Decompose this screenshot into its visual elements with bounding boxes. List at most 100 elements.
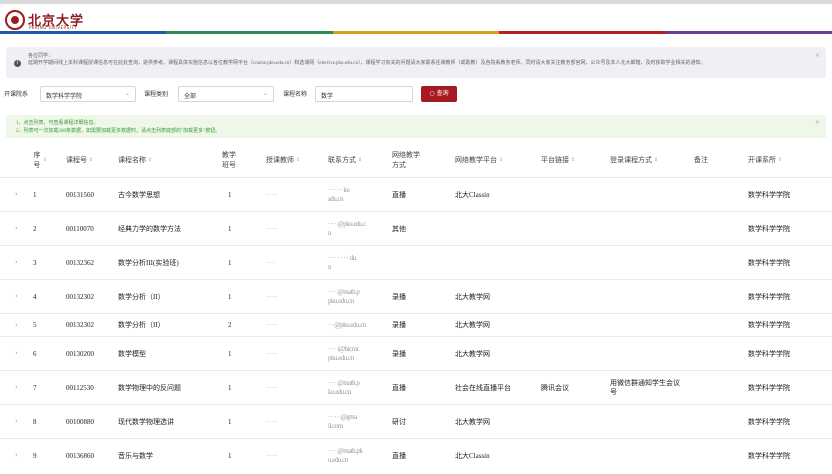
col-code-label: 课程号 (66, 155, 87, 164)
col-code[interactable]: 课程号 ⇕ (66, 143, 93, 176)
expand-chevron-icon[interactable]: › (15, 349, 18, 357)
cell-teacher: · · · · (266, 383, 278, 392)
table-row[interactable]: › 9 00136860 音乐与数学 1 · · · · · · · @math.pk u.… (0, 438, 832, 472)
cell-link (541, 337, 605, 371)
category-select-value: 全部 (184, 94, 197, 100)
cell-course-name: 数学分析III(实验班) (118, 258, 179, 267)
cell-teacher: · · · · (266, 224, 278, 233)
cell-platform: 社会在线直播平台 (455, 383, 511, 392)
cell-platform: 北大Classin (455, 190, 490, 199)
university-seal-icon (5, 10, 25, 30)
cell-index: 9 (33, 451, 37, 460)
dept-label: 开课院系 (4, 92, 29, 98)
cell-method: 直播 (392, 383, 406, 392)
cell-class-no: 1 (228, 383, 232, 392)
col-note: 备注 (694, 143, 708, 176)
cell-contact: · · · @math.p ku.edu.cn (328, 379, 360, 396)
search-button[interactable]: ○ 查询 (421, 86, 457, 102)
sort-icon: ⇕ (89, 156, 94, 163)
search-button-label: 查询 (436, 90, 449, 97)
cell-note (694, 337, 744, 371)
table-header: 序号 ⇕ 课程号 ⇕ 课程名称 ⇕ 教学班号 授课教师 ⇕ 联系方式 ⇕ 网络教学方式 网… (0, 143, 832, 176)
cell-note (694, 280, 744, 314)
cell-method: 录播 (392, 349, 406, 358)
cell-contact: · · · @pku.edu.c n (328, 220, 366, 237)
cell-login (610, 337, 694, 371)
cell-class-no: 2 (228, 321, 232, 329)
notice-body: 延期开学期间线上本科课程授课信息可在此处查询，逐供参考。课程具体实施信息以各位教… (28, 61, 706, 66)
expand-chevron-icon[interactable]: › (15, 451, 18, 459)
col-platform-label: 网络教学平台 (455, 155, 497, 164)
cell-index: 6 (33, 349, 37, 358)
cell-code: 00132362 (66, 258, 94, 267)
cell-course-name: 经典力学的数学方法 (118, 224, 181, 233)
col-teacher[interactable]: 授课教师 ⇕ (266, 143, 300, 176)
expand-chevron-icon[interactable]: › (15, 383, 18, 391)
cell-contact: · · · @math.p pku.edu.cn (328, 288, 360, 305)
category-select[interactable]: 全部 ⌄ (178, 86, 274, 102)
cell-course-name: 数学物理中的反问题 (118, 383, 181, 392)
table-row[interactable]: › 6 00130200 数学模型 1 · · · · · · · i@bicmr. pku… (0, 336, 832, 370)
notice-close-icon[interactable]: × (815, 52, 820, 59)
cell-login (610, 280, 694, 314)
col-name[interactable]: 课程名称 ⇕ (118, 143, 152, 176)
sort-icon: ⇕ (358, 156, 363, 163)
col-platform[interactable]: 网络教学平台 ⇕ (455, 143, 503, 176)
col-class-no[interactable]: 教学班号 (222, 143, 240, 176)
expand-chevron-icon[interactable]: › (15, 224, 18, 232)
cell-class-no: 1 (228, 417, 232, 426)
search-icon: ○ (429, 90, 435, 97)
color-segment (166, 31, 333, 34)
cell-course-name: 数学分析（II） (118, 321, 165, 329)
cell-index: 2 (33, 224, 37, 233)
table-row[interactable]: › 8 00100880 现代数学物理选讲 1 · · · · · · · · @gma i… (0, 404, 832, 438)
expand-chevron-icon[interactable]: › (15, 190, 18, 198)
cell-contact: · · · @math.pk u.edu.cn (328, 447, 363, 464)
col-link[interactable]: 平台链接 ⇕ (541, 143, 575, 176)
cell-teacher: · · · · (266, 292, 278, 301)
category-label: 课程类别 (144, 92, 169, 98)
col-login[interactable]: 登录课程方式 ⇕ (610, 143, 658, 176)
expand-chevron-icon[interactable]: › (15, 292, 18, 300)
course-name-value: 数学 (321, 94, 334, 100)
col-dept[interactable]: 开课系所 ⇕ (748, 143, 782, 176)
chevron-down-icon: ⌄ (124, 90, 130, 97)
table-row[interactable]: › 7 00112530 数学物理中的反问题 1 · · · · · · · @math.p… (0, 370, 832, 404)
cell-dept: 数学科学学院 (748, 190, 790, 199)
sort-icon: ⇕ (778, 156, 783, 163)
cell-code: 00131560 (66, 190, 94, 199)
cell-index: 5 (33, 321, 37, 329)
dept-select[interactable]: 数学科学学院 ⌄ (40, 86, 136, 102)
expand-chevron-icon[interactable]: › (15, 321, 18, 329)
cell-method: 直播 (392, 451, 406, 460)
cell-class-no: 1 (228, 451, 232, 460)
cell-login (610, 212, 694, 246)
table-row[interactable]: › 5 00132302 数学分析（II） 2 · · · · · · @pku.edu.c… (0, 313, 832, 336)
table-row[interactable]: › 4 00132302 数学分析（II） 1 · · · · · · · @math.p … (0, 279, 832, 313)
cell-note (694, 405, 744, 439)
col-index[interactable]: 序号 ⇕ (33, 143, 47, 176)
cell-contact: · · · · · ku sdu.cn (328, 186, 350, 203)
sort-icon: ⇕ (148, 156, 153, 163)
cell-teacher: · · · · (266, 417, 278, 426)
cell-link (541, 405, 605, 439)
color-segment (332, 31, 500, 34)
col-method[interactable]: 网络教学方式 (392, 143, 428, 176)
col-contact[interactable]: 联系方式 ⇕ (328, 143, 362, 176)
cell-login: 用微信群通知学生会议 号 (610, 379, 680, 396)
table-row[interactable]: › 3 00132362 数学分析III(实验班) 1 · · · · · · · · · … (0, 245, 832, 279)
sort-icon: ⇕ (499, 156, 504, 163)
course-name-input[interactable]: 数学 (315, 86, 413, 102)
tips-close-icon[interactable]: × (815, 119, 820, 126)
col-note-label: 备注 (694, 155, 708, 164)
cell-method: 直播 (392, 190, 406, 199)
cell-index: 7 (33, 383, 37, 392)
cell-code: 00132302 (66, 292, 94, 301)
table-row[interactable]: › 2 00110070 经典力学的数学方法 1 · · · · · · · @pku.ed… (0, 211, 832, 245)
sort-icon: ⇕ (654, 156, 659, 163)
expand-chevron-icon[interactable]: › (15, 258, 18, 266)
col-name-label: 课程名称 (118, 155, 146, 164)
table-row[interactable]: › 1 00131560 古今数学思想 1 · · · · · · · · · ku sdu… (0, 177, 832, 211)
cell-method: 录播 (392, 321, 406, 329)
expand-chevron-icon[interactable]: › (15, 417, 18, 425)
